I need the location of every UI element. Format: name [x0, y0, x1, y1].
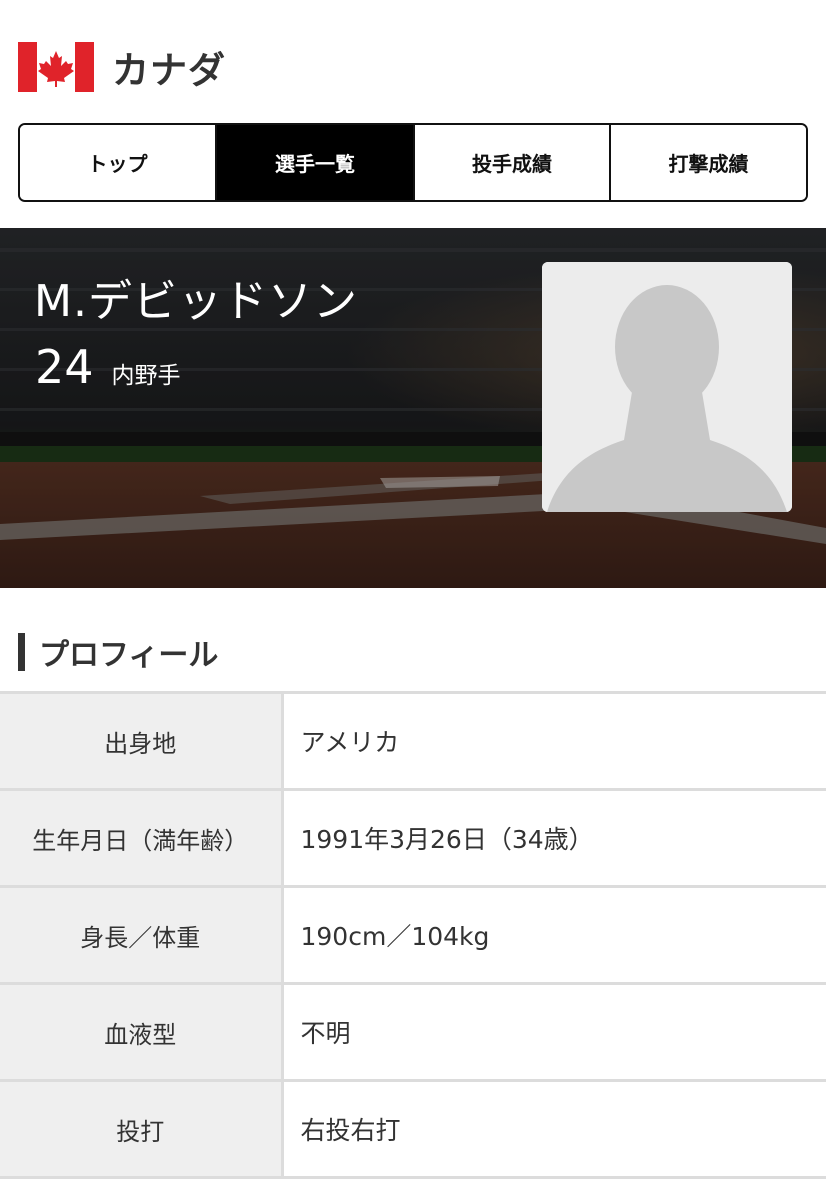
row-value: 1991年3月26日（34歳） [282, 788, 826, 887]
section-title: プロフィール [39, 638, 219, 673]
tab-batting-stats[interactable]: 打撃成績 [611, 125, 806, 200]
row-label: 投打 [0, 1079, 284, 1179]
table-row: 血液型 不明 [0, 982, 826, 1081]
tab-top[interactable]: トップ [20, 125, 217, 200]
table-row: 生年月日（満年齢） 1991年3月26日（34歳） [0, 788, 826, 887]
table-row: 投打 右投右打 [0, 1079, 826, 1179]
table-row: 身長／体重 190cm／104kg [0, 885, 826, 984]
table-row: 出身地 アメリカ [0, 691, 826, 790]
player-hero-banner: M.デビッドソン 24 内野手 [0, 228, 826, 588]
profile-section-heading: プロフィール [18, 630, 218, 674]
row-value: 190cm／104kg [282, 885, 826, 984]
row-value: アメリカ [282, 691, 826, 790]
row-value: 右投右打 [282, 1079, 826, 1179]
player-name: M.デビッドソン [34, 276, 358, 327]
row-value: 不明 [282, 982, 826, 1081]
row-label: 生年月日（満年齢） [0, 788, 284, 887]
player-photo [542, 262, 792, 512]
team-nav-tabs: トップ 選手一覧 投手成績 打撃成績 [18, 123, 808, 202]
row-label: 身長／体重 [0, 885, 284, 984]
player-position: 内野手 [111, 363, 181, 389]
person-silhouette-icon [542, 262, 792, 512]
section-heading-bar [18, 633, 25, 671]
team-header: カナダ [18, 40, 226, 94]
player-meta: 24 内野手 [35, 340, 181, 394]
row-label: 出身地 [0, 691, 284, 790]
profile-table: 出身地 アメリカ 生年月日（満年齢） 1991年3月26日（34歳） 身長／体重… [0, 691, 826, 1179]
row-label: 血液型 [0, 982, 284, 1081]
team-name: カナダ [112, 49, 226, 92]
tab-pitching-stats[interactable]: 投手成績 [415, 125, 611, 200]
canada-flag-icon [18, 42, 94, 92]
uniform-number: 24 [35, 340, 94, 394]
tab-player-list[interactable]: 選手一覧 [217, 125, 415, 200]
